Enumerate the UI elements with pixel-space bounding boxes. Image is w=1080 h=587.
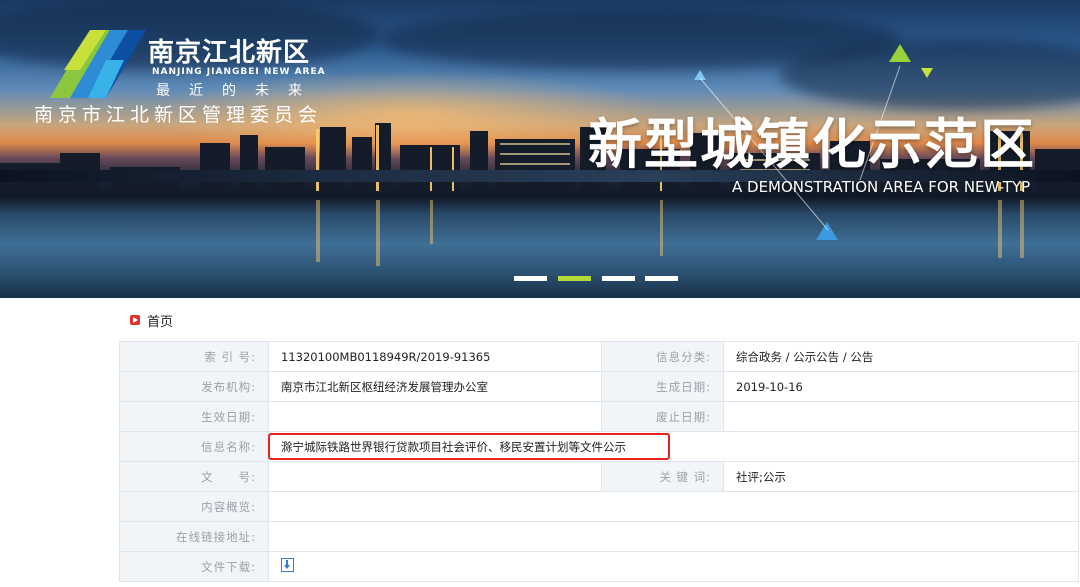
breadcrumb: 首页 [130, 310, 173, 330]
brand-name-en: NANJING JIANGBEI NEW AREA [152, 67, 326, 77]
abolished-date-value [723, 401, 1079, 432]
created-date-label: 生成日期: [601, 371, 724, 402]
table-row: 文 号: 关 键 词: 社评;公示 [119, 461, 1079, 492]
slide-dot-2[interactable] [558, 276, 591, 281]
table-row: 内容概览: [119, 491, 1079, 522]
category-label: 信息分类: [601, 341, 724, 372]
site-logo[interactable]: 南京江北新区 NANJING JIANGBEI NEW AREA 最近的未来 南… [30, 18, 330, 128]
document-number-label: 文 号: [119, 461, 269, 492]
brand-name-cn: 南京江北新区 [148, 38, 311, 68]
table-row: 发布机构: 南京市江北新区枢纽经济发展管理办公室 生成日期: 2019-10-1… [119, 371, 1079, 402]
publisher-label: 发布机构: [119, 371, 269, 402]
file-download-cell [268, 551, 1079, 582]
document-info-table: 索 引 号: 11320100MB0118949R/2019-91365 信息分… [119, 341, 1079, 582]
table-row: 信息名称: 滁宁城际铁路世界银行贷款项目社会评价、移民安置计划等文件公示 [119, 431, 1079, 462]
summary-value [268, 491, 1079, 522]
header-banner: 南京江北新区 NANJING JIANGBEI NEW AREA 最近的未来 南… [0, 0, 1080, 298]
breadcrumb-home-link[interactable]: 首页 [147, 311, 173, 330]
brand-tagline: 最近的未来 [156, 83, 321, 99]
effective-date-label: 生效日期: [119, 401, 269, 432]
hero-title: 新型城镇化示范区 [588, 112, 1036, 176]
table-row: 索 引 号: 11320100MB0118949R/2019-91365 信息分… [119, 341, 1079, 372]
organization-name: 南京市江北新区管理委员会 [34, 104, 323, 126]
play-square-icon [130, 315, 140, 325]
publisher-value: 南京市江北新区枢纽经济发展管理办公室 [268, 371, 602, 402]
file-download-label: 文件下载: [119, 551, 269, 582]
index-number-value: 11320100MB0118949R/2019-91365 [268, 341, 602, 372]
document-number-value [268, 461, 602, 492]
category-value: 综合政务 / 公示公告 / 公告 [723, 341, 1079, 372]
online-link-label: 在线链接地址: [119, 521, 269, 552]
created-date-value: 2019-10-16 [723, 371, 1079, 402]
info-name-value: 滁宁城际铁路世界银行贷款项目社会评价、移民安置计划等文件公示 [268, 431, 1079, 462]
jiangbei-logo-icon [50, 30, 146, 98]
hero-subtitle: A DEMONSTRATION AREA FOR NEW-TYP [732, 178, 1031, 196]
download-icon[interactable] [281, 558, 294, 572]
table-row: 在线链接地址: [119, 521, 1079, 552]
online-link-value [268, 521, 1079, 552]
keywords-label: 关 键 词: [601, 461, 724, 492]
summary-label: 内容概览: [119, 491, 269, 522]
index-number-label: 索 引 号: [119, 341, 269, 372]
effective-date-value [268, 401, 602, 432]
slide-dot-4[interactable] [645, 276, 678, 281]
slide-indicators [514, 276, 684, 282]
slide-dot-1[interactable] [514, 276, 547, 281]
abolished-date-label: 废止日期: [601, 401, 724, 432]
table-row: 文件下载: [119, 551, 1079, 582]
keywords-value: 社评;公示 [723, 461, 1079, 492]
slide-dot-3[interactable] [602, 276, 635, 281]
info-name-label: 信息名称: [119, 431, 269, 462]
table-row: 生效日期: 废止日期: [119, 401, 1079, 432]
